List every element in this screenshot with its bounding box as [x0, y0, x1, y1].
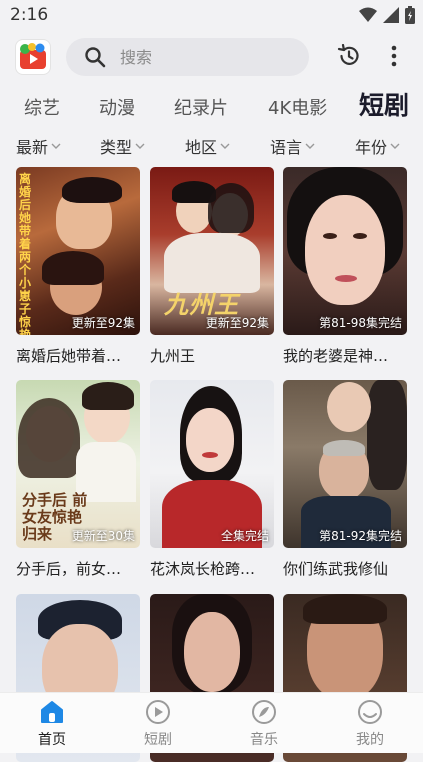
poster-title-text: 离婚后她带着两个小崽子惊艳全球	[19, 172, 32, 336]
search-input[interactable]	[118, 46, 292, 68]
play-icon	[146, 700, 170, 724]
drama-title: 花沐岚长枪跨…	[150, 560, 256, 578]
nav-home[interactable]: 首页	[22, 699, 82, 749]
tab-anime[interactable]: 动漫	[99, 94, 135, 120]
nav-label: 音乐	[250, 732, 278, 748]
nav-label: 我的	[356, 732, 384, 748]
music-icon	[252, 700, 276, 724]
filter-label: 年份	[355, 138, 388, 157]
history-icon[interactable]	[337, 44, 361, 68]
chevron-down-icon	[135, 143, 145, 149]
poster-thumbnail[interactable]: 第81-92集完结	[283, 380, 407, 548]
poster-thumbnail[interactable]: 第81-98集完结	[283, 167, 407, 335]
filter-label: 地区	[185, 138, 218, 157]
episode-badge: 第81-98集完结	[319, 316, 402, 330]
poster-thumbnail[interactable]: 九州王 更新至92集	[150, 167, 274, 335]
search-icon	[85, 47, 106, 68]
signal-icon	[383, 7, 399, 23]
nav-profile[interactable]: 我的	[340, 699, 400, 749]
drama-card[interactable]: 第81-92集完结 你们练武我修仙	[283, 380, 407, 579]
poster-thumbnail[interactable]: 分手后 前女友惊艳归来 更新至30集	[16, 380, 140, 548]
chevron-down-icon	[51, 143, 61, 149]
more-options-icon[interactable]	[384, 44, 404, 68]
category-tabs: 综艺 动漫 纪录片 4K电影 短剧	[0, 86, 423, 122]
drama-card[interactable]: 全集完结 花沐岚长枪跨…	[150, 380, 274, 579]
filter-latest[interactable]: 最新	[16, 134, 61, 158]
drama-card[interactable]: 九州王 更新至92集 九州王	[150, 167, 274, 366]
drama-title: 九州王	[150, 347, 196, 365]
status-time: 2:16	[10, 5, 49, 25]
chevron-down-icon	[390, 143, 400, 149]
nav-label: 短剧	[144, 732, 172, 748]
tab-short-drama[interactable]: 短剧	[359, 86, 409, 122]
filter-label: 类型	[100, 138, 133, 157]
episode-badge: 更新至30集	[71, 529, 135, 543]
chevron-down-icon	[220, 143, 230, 149]
poster-thumbnail[interactable]: 全集完结	[150, 380, 274, 548]
filter-label: 最新	[16, 138, 49, 157]
drama-card[interactable]: 分手后 前女友惊艳归来 更新至30集 分手后，前女…	[16, 380, 140, 579]
filter-region[interactable]: 地区	[185, 134, 230, 158]
episode-badge: 更新至92集	[205, 316, 269, 330]
battery-icon	[405, 6, 415, 24]
drama-title: 我的老婆是神…	[283, 347, 389, 365]
episode-badge: 全集完结	[220, 529, 269, 543]
drama-card[interactable]: 第81-98集完结 我的老婆是神…	[283, 167, 407, 366]
drama-card[interactable]: 离婚后她带着两个小崽子惊艳全球 更新至92集 离婚后她带着…	[16, 167, 140, 366]
filter-type[interactable]: 类型	[100, 134, 145, 158]
nav-short-drama[interactable]: 短剧	[128, 699, 188, 749]
nav-music[interactable]: 音乐	[234, 699, 294, 749]
nav-label: 首页	[38, 732, 66, 748]
wifi-icon	[359, 7, 377, 22]
chevron-down-icon	[305, 143, 315, 149]
tab-variety[interactable]: 综艺	[24, 94, 60, 120]
status-bar: 2:16	[0, 0, 423, 30]
tab-4k-movie[interactable]: 4K电影	[268, 94, 327, 120]
filter-year[interactable]: 年份	[355, 134, 400, 158]
tab-documentary[interactable]: 纪录片	[174, 94, 228, 120]
filter-label: 语言	[270, 138, 303, 157]
search-bar[interactable]	[66, 38, 309, 76]
home-icon	[41, 701, 63, 723]
poster-thumbnail[interactable]: 离婚后她带着两个小崽子惊艳全球 更新至92集	[16, 167, 140, 335]
app-logo[interactable]	[16, 40, 50, 74]
episode-badge: 第81-92集完结	[319, 529, 402, 543]
bottom-navigation: 首页 短剧 音乐 我的	[0, 692, 423, 753]
episode-badge: 更新至92集	[71, 316, 135, 330]
drama-title: 离婚后她带着…	[16, 347, 122, 365]
filter-language[interactable]: 语言	[270, 134, 315, 158]
profile-icon	[358, 700, 382, 724]
drama-title: 你们练武我修仙	[283, 560, 389, 578]
drama-title: 分手后，前女…	[16, 560, 122, 578]
